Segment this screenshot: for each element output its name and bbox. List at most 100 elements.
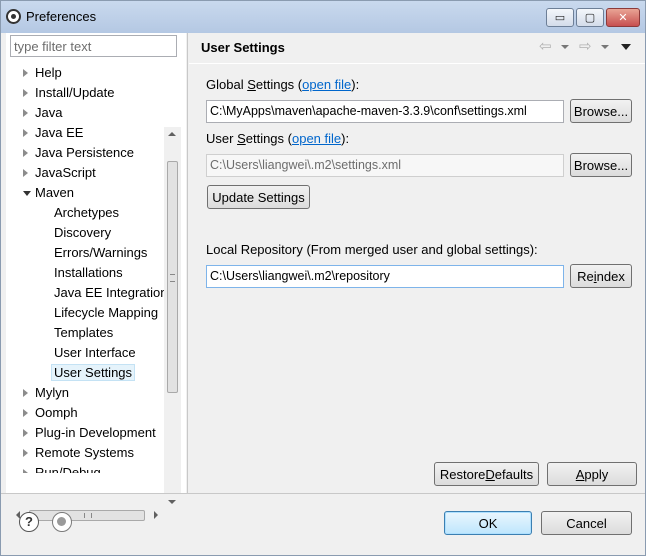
back-arrow-icon[interactable]: ⇦ <box>539 39 552 55</box>
maximize-button[interactable]: ▢ <box>576 8 604 27</box>
pane-divider[interactable] <box>187 33 188 493</box>
tree-item[interactable]: JavaScript <box>23 163 96 183</box>
collapsed-arrow-icon[interactable] <box>23 129 28 137</box>
tree-item-label: Archetypes <box>54 205 120 220</box>
collapsed-arrow-icon[interactable] <box>23 89 28 97</box>
close-button[interactable]: ✕ <box>606 8 640 27</box>
minimize-button[interactable]: ▭ <box>546 8 574 27</box>
restore-defaults-button[interactable]: Restore Defaults <box>434 462 539 486</box>
collapsed-arrow-icon[interactable] <box>23 429 28 437</box>
title-separator <box>189 63 645 64</box>
tree-item-label: Maven <box>35 185 75 200</box>
eclipse-app-icon <box>6 9 21 24</box>
tree-item-label: Help <box>35 65 62 80</box>
footer-separator <box>1 493 645 494</box>
page-navigation: ⇦ ⇨ <box>539 39 639 57</box>
cancel-button[interactable]: Cancel <box>541 511 632 535</box>
tree-item-label: Oomph <box>35 405 78 420</box>
collapsed-arrow-icon[interactable] <box>23 409 28 417</box>
window-title: Preferences <box>26 9 97 24</box>
back-history-dropdown-icon[interactable] <box>561 45 569 49</box>
record-preferences-icon[interactable] <box>52 512 72 532</box>
tree-item[interactable]: Templates <box>54 323 113 343</box>
tree-item-label: JavaScript <box>35 165 96 180</box>
tree-item[interactable]: Mylyn <box>23 383 69 403</box>
global-settings-field[interactable]: C:\MyApps\maven\apache-maven-3.3.9\conf\… <box>206 100 564 123</box>
tree-item-label: Discovery <box>54 225 112 240</box>
tree-item[interactable]: Help <box>23 63 62 83</box>
expanded-arrow-icon[interactable] <box>23 191 31 196</box>
tree-item-label: Java EE <box>35 125 84 140</box>
minimize-icon: ▭ <box>554 12 566 24</box>
global-settings-label: Global Settings (open file): <box>206 77 360 92</box>
ok-button[interactable]: OK <box>444 511 532 535</box>
apply-button[interactable]: Apply <box>547 462 637 486</box>
collapsed-arrow-icon[interactable] <box>23 109 28 117</box>
close-icon: ✕ <box>618 12 628 24</box>
tree-vertical-scrollbar[interactable] <box>164 127 181 509</box>
forward-arrow-icon[interactable]: ⇨ <box>579 39 592 55</box>
grip-icon <box>84 513 92 518</box>
global-settings-browse-button[interactable]: Browse... <box>570 99 632 123</box>
tree-item[interactable]: Errors/Warnings <box>54 243 147 263</box>
tree-item-label: Installations <box>54 265 123 280</box>
filter-input[interactable] <box>10 35 177 57</box>
collapsed-arrow-icon[interactable] <box>23 169 28 177</box>
tree-item[interactable]: Maven <box>23 183 75 203</box>
preference-tree: Help Install/Update Java Java EE Java Persis… <box>6 63 166 473</box>
tree-item-label: Templates <box>54 325 114 340</box>
tree-item[interactable]: Lifecycle Mapping <box>54 303 158 323</box>
tree-item[interactable]: Java EE <box>23 123 84 143</box>
tree-item[interactable]: Java Persistence <box>23 143 134 163</box>
tree-item-label: Lifecycle Mapping <box>54 305 159 320</box>
tree-item[interactable]: Install/Update <box>23 83 115 103</box>
tree-item[interactable]: Remote Systems <box>23 443 134 463</box>
tree-item[interactable]: Java <box>23 103 63 123</box>
tree-item[interactable]: Run/Debug <box>23 463 101 473</box>
tree-item[interactable]: Archetypes <box>54 203 119 223</box>
scrollbar-thumb[interactable] <box>29 510 145 521</box>
tree-item-label: Plug-in Development <box>35 425 156 440</box>
page-title: User Settings <box>201 40 285 55</box>
collapsed-arrow-icon[interactable] <box>23 149 28 157</box>
tree-item[interactable]: Installations <box>54 263 123 283</box>
user-settings-field[interactable]: C:\Users\liangwei\.m2\settings.xml <box>206 154 564 177</box>
tree-item-label: Errors/Warnings <box>54 245 148 260</box>
tree-item-label: Mylyn <box>35 385 69 400</box>
help-icon[interactable]: ? <box>19 512 39 532</box>
preferences-window: Preferences ▭ ▢ ✕ Help Install/Update Java… <box>0 0 646 556</box>
tree-item[interactable]: Plug-in Development <box>23 423 156 443</box>
tree-item-label: Remote Systems <box>35 445 134 460</box>
collapsed-arrow-icon[interactable] <box>23 69 28 77</box>
collapsed-arrow-icon[interactable] <box>23 449 28 457</box>
user-settings-label: User Settings (open file): <box>206 131 350 146</box>
tree-item[interactable]: User Interface <box>54 343 136 363</box>
tree-item-label: Run/Debug <box>35 465 101 473</box>
scroll-right-icon[interactable] <box>154 511 158 519</box>
tree-item-label: Install/Update <box>35 85 115 100</box>
tree-item-label: Java <box>35 105 63 120</box>
collapsed-arrow-icon[interactable] <box>23 469 28 473</box>
forward-history-dropdown-icon[interactable] <box>601 45 609 49</box>
reindex-button[interactable]: Re i ndex <box>570 264 632 288</box>
scroll-up-icon[interactable] <box>168 132 176 136</box>
preference-tree-pane: Help Install/Update Java Java EE Java Persis… <box>6 33 186 524</box>
title-bar[interactable]: Preferences ▭ ▢ ✕ <box>1 1 645 33</box>
tree-item[interactable]: Oomph <box>23 403 78 423</box>
tree-item-label: Java Persistence <box>35 145 134 160</box>
tree-item[interactable]: User Settings <box>51 363 136 383</box>
local-repository-label: Local Repository (From merged user and g… <box>206 242 538 257</box>
scrollbar-thumb[interactable] <box>167 161 178 393</box>
scroll-down-icon[interactable] <box>168 500 176 504</box>
tree-item-label: User Interface <box>54 345 136 360</box>
global-settings-open-file-link[interactable]: open file <box>302 77 351 92</box>
user-settings-browse-button[interactable]: Browse... <box>570 153 632 177</box>
tree-item[interactable]: Discovery <box>54 223 111 243</box>
tree-item-label: User Settings <box>51 364 136 381</box>
collapsed-arrow-icon[interactable] <box>23 389 28 397</box>
view-menu-icon[interactable] <box>621 44 631 50</box>
local-repository-field[interactable]: C:\Users\liangwei\.m2\repository <box>206 265 564 288</box>
update-settings-button[interactable]: Update Settings <box>207 185 310 209</box>
user-settings-open-file-link[interactable]: open file <box>292 131 341 146</box>
tree-item[interactable]: Java EE Integration <box>54 283 166 303</box>
